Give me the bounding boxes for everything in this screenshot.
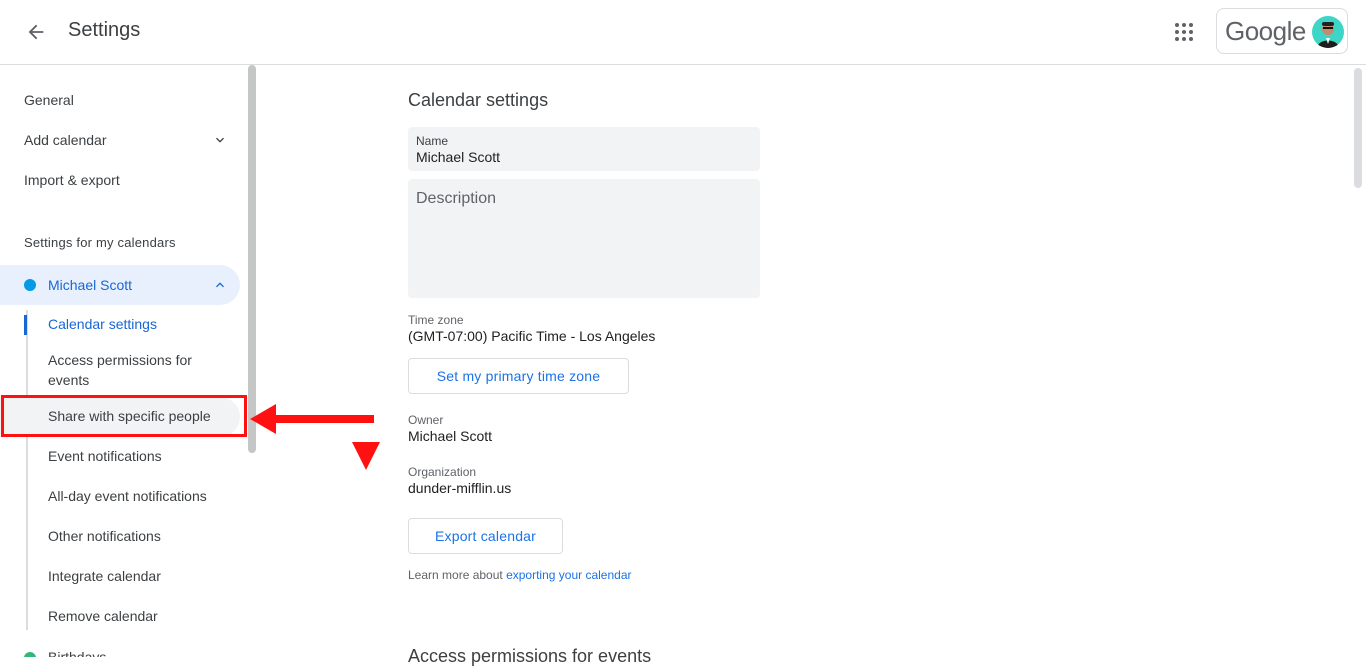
user-avatar-icon [1317, 22, 1339, 48]
timezone-value: (GMT-07:00) Pacific Time - Los Angeles [408, 328, 656, 344]
owner-value: Michael Scott [408, 428, 493, 444]
name-label: Name [416, 134, 449, 148]
arrow-back-icon [28, 24, 44, 40]
timezone-label: Time zone [408, 313, 464, 327]
active-indicator [24, 315, 27, 335]
sidebar-item-label: Add calendar [24, 132, 107, 148]
learn-more-text: Learn more about exporting your calendar [408, 568, 632, 582]
learn-more-prefix: Learn more about [408, 568, 503, 582]
sidebar-item-allday-notifications[interactable]: All-day event notifications [48, 486, 228, 506]
description-placeholder: Description [416, 190, 497, 207]
sidebar-item-general[interactable]: General [24, 80, 240, 120]
apps-grid-icon [1175, 23, 1193, 41]
export-calendar-button[interactable]: Export calendar [408, 518, 563, 554]
chevron-down-icon [216, 137, 224, 143]
name-field[interactable]: Name Michael Scott [408, 127, 760, 171]
export-help-link[interactable]: exporting your calendar [506, 568, 631, 582]
page-title: Settings [68, 19, 141, 41]
sidebar-item-import-export[interactable]: Import & export [24, 160, 240, 200]
sidebar-item-add-calendar[interactable]: Add calendar [24, 120, 240, 160]
submenu-line [26, 310, 28, 630]
sidebar-item-other-notifications[interactable]: Other notifications [48, 526, 228, 546]
avatar[interactable] [1312, 16, 1344, 48]
sidebar-item-remove-calendar[interactable]: Remove calendar [48, 606, 228, 626]
name-value: Michael Scott [416, 149, 501, 165]
annotation-arrow-left-icon [250, 404, 374, 434]
sidebar-item-calendar-settings[interactable]: Calendar settings [48, 314, 228, 334]
sidebar-item-integrate-calendar[interactable]: Integrate calendar [48, 566, 228, 586]
owner-label: Owner [408, 413, 444, 427]
back-button[interactable] [20, 16, 52, 48]
apps-button[interactable] [1168, 16, 1200, 48]
settings-sidebar: General Add calendar Import & export Set… [0, 65, 256, 657]
description-field[interactable]: Description [408, 179, 760, 298]
annotation-arrow-down-icon [352, 442, 380, 470]
chevron-up-icon [216, 282, 224, 288]
annotation-highlight-box [1, 395, 247, 437]
section-heading: Calendar settings [408, 90, 549, 110]
calendar-color-dot [24, 279, 36, 291]
organization-label: Organization [408, 465, 477, 479]
sidebar-item-event-notifications[interactable]: Event notifications [48, 446, 228, 466]
set-primary-timezone-button[interactable]: Set my primary time zone [408, 358, 629, 394]
sidebar-item-access-permissions[interactable]: Access permissions for events [48, 350, 218, 390]
account-chip[interactable]: Google [1216, 8, 1348, 54]
google-logo: Google [1225, 16, 1306, 46]
organization-value: dunder-mifflin.us [408, 480, 512, 496]
birthdays-color-dot [24, 652, 36, 657]
app-header: Settings Google [0, 0, 1366, 65]
main-scrollbar[interactable] [1354, 68, 1362, 188]
section-title: Settings for my calendars [24, 235, 176, 250]
sidebar-scrollbar[interactable] [248, 65, 256, 453]
sidebar-item-birthdays[interactable]: Birthdays [48, 647, 228, 657]
sidebar-calendar-michael-scott[interactable]: Michael Scott [0, 265, 240, 305]
calendar-name: Michael Scott [48, 277, 133, 293]
